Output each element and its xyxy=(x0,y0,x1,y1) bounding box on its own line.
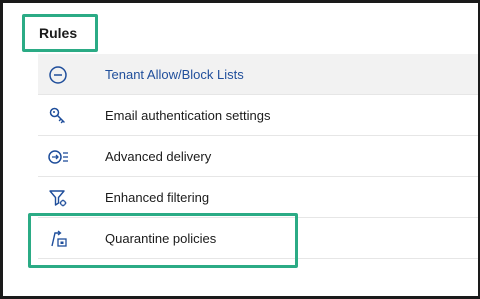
rule-item-label: Enhanced filtering xyxy=(105,189,210,205)
rule-item-label: Tenant Allow/Block Lists xyxy=(105,66,244,82)
section-title-rules: Rules xyxy=(22,14,98,52)
rule-item-email-authentication-settings[interactable]: Email authentication settings xyxy=(38,95,478,136)
rule-item-enhanced-filtering[interactable]: Enhanced filtering xyxy=(38,177,478,218)
rule-item-quarantine-policies[interactable]: Quarantine policies xyxy=(38,218,478,259)
rule-item-advanced-delivery[interactable]: Advanced delivery xyxy=(38,136,478,177)
delivery-icon xyxy=(47,146,69,168)
rule-item-label: Quarantine policies xyxy=(105,230,217,246)
key-icon xyxy=(47,105,69,127)
section-title-text: Rules xyxy=(39,25,78,41)
block-circle-icon xyxy=(47,64,69,86)
rule-item-label: Advanced delivery xyxy=(105,148,212,164)
filter-gear-icon xyxy=(47,187,69,209)
rule-item-label: Email authentication settings xyxy=(105,107,271,123)
rule-item-tenant-allow-block-lists[interactable]: Tenant Allow/Block Lists xyxy=(38,54,478,95)
rules-list: Tenant Allow/Block Lists Email authentic… xyxy=(38,54,478,259)
quarantine-icon xyxy=(47,228,69,250)
